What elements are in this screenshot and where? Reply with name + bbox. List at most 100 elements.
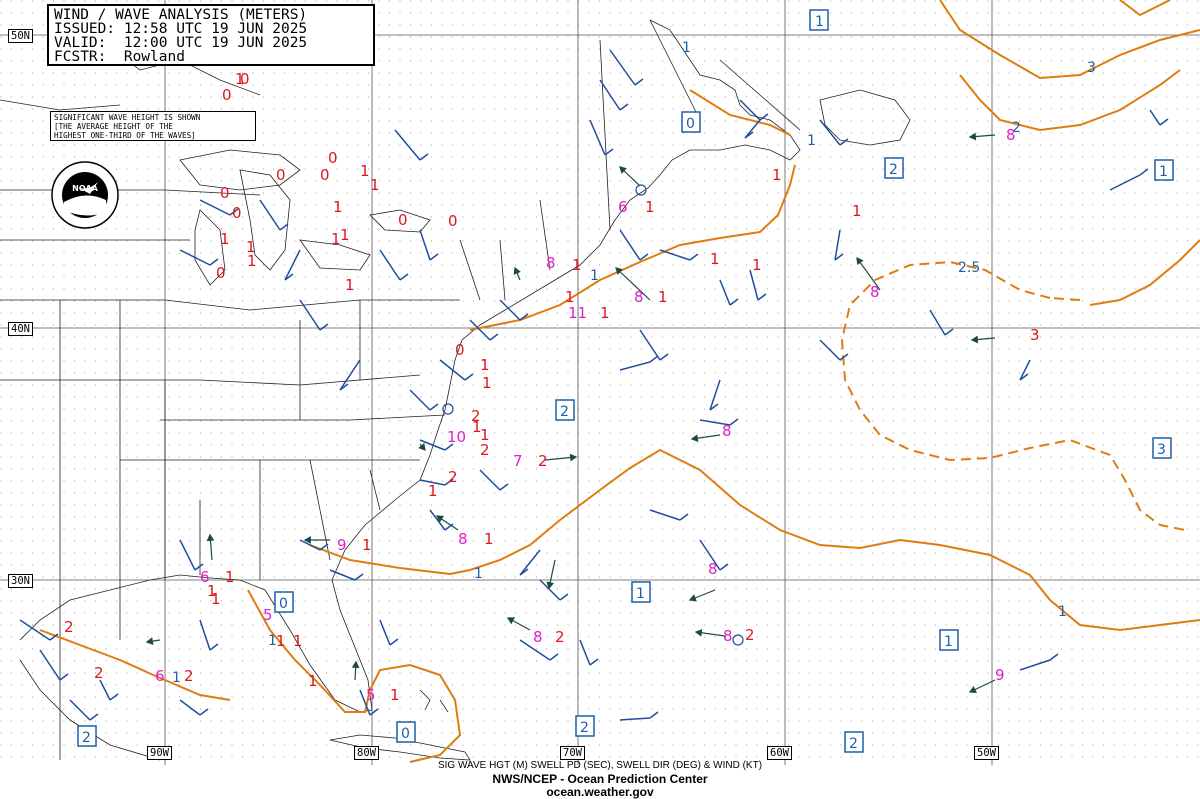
lat-label: 40N [8, 322, 33, 336]
wave-height-label: 1 [293, 632, 303, 650]
swell-period-label: 7 [513, 452, 523, 470]
chart-title: WIND / WAVE ANALYSIS (METERS) [54, 7, 308, 23]
wave-height-label: 0 [276, 166, 286, 184]
swell-period-label: 9 [337, 536, 347, 554]
boxed-label: 2 [555, 399, 575, 421]
svg-text:3: 3 [1157, 442, 1166, 458]
boxed-label: 3 [1152, 437, 1172, 459]
svg-text:2: 2 [849, 736, 858, 752]
forecaster: FCSTR: Rowland [54, 49, 185, 65]
footer-website[interactable]: ocean.weather.gov [0, 785, 1200, 799]
svg-text:0: 0 [401, 726, 410, 742]
wave-height-label: 1 [360, 162, 370, 180]
svg-text:1: 1 [1159, 164, 1168, 180]
wave-height-label: 0 [216, 264, 226, 282]
swell-period-label: 8 [546, 254, 556, 272]
wave-height-label: 2 [64, 618, 74, 636]
wave-height-label: 2 [745, 626, 755, 644]
contour-label: 1 [172, 670, 181, 686]
contour-label: 1 [474, 566, 483, 582]
contour-label: 1 [590, 268, 599, 284]
boxed-label: 0 [681, 111, 701, 133]
swell-period-label: 6 [618, 198, 628, 216]
wave-height-label: 1 [482, 374, 492, 392]
wave-height-label: 1 [308, 672, 318, 690]
swell-period-label: 10 [447, 428, 466, 446]
wave-height-label: 0 [455, 341, 465, 359]
noaa-logo-icon: NOAA [51, 161, 119, 229]
swell-period-label: 8 [722, 422, 732, 440]
lon-label: 70W [560, 746, 585, 760]
wave-height-label: 1 [710, 250, 720, 268]
svg-text:NOAA: NOAA [72, 184, 98, 193]
wave-height-label: 2 [471, 407, 481, 425]
svg-text:1: 1 [815, 14, 824, 30]
boxed-label: 2 [844, 731, 864, 753]
wave-height-label: 1 [772, 166, 782, 184]
issued-time: ISSUED: 12:58 UTC 19 JUN 2025 [54, 21, 308, 37]
boxed-label: 2 [884, 157, 904, 179]
wave-height-label: 1 [480, 356, 490, 374]
wave-height-label: 2 [480, 441, 490, 459]
boxed-label: 2 [575, 715, 595, 737]
swell-period-label: 11 [568, 304, 587, 322]
swell-period-label: 8 [723, 627, 733, 645]
wave-height-label: 1 [645, 198, 655, 216]
valid-time: VALID: 12:00 UTC 19 JUN 2025 [54, 35, 308, 51]
svg-text:2: 2 [580, 720, 589, 736]
wave-height-label: 1 [345, 276, 355, 294]
svg-text:1: 1 [636, 586, 645, 602]
swell-period-label: 8 [708, 560, 718, 578]
wave-height-label: 1 [220, 230, 230, 248]
wave-height-label: 0 [232, 204, 242, 222]
wave-height-label: 1 [370, 176, 380, 194]
note-line: [THE AVERAGE HEIGHT OF THE [54, 122, 173, 131]
svg-text:0: 0 [279, 596, 288, 612]
svg-text:0: 0 [686, 116, 695, 132]
contour-label: 1 [1058, 604, 1067, 620]
wave-height-label: 1 [333, 198, 343, 216]
wave-height-label: 0 [320, 166, 330, 184]
wave-height-label: 2 [448, 468, 458, 486]
wave-height-label: 2 [184, 667, 194, 685]
significant-wave-note: SIGNIFICANT WAVE HEIGHT IS SHOWN [THE AV… [50, 111, 256, 141]
swell-period-label: 8 [458, 530, 468, 548]
boxed-label: 0 [396, 721, 416, 743]
wave-height-label: 0 [398, 211, 408, 229]
lon-label: 50W [974, 746, 999, 760]
wave-height-label: 1 [752, 256, 762, 274]
wave-height-label: 1 [852, 202, 862, 220]
lat-label: 30N [8, 574, 33, 588]
contour-label: 2.5 [958, 260, 980, 276]
boxed-label: 0 [274, 591, 294, 613]
wave-height-label: 1 [225, 568, 235, 586]
wave-height-label: 1 [276, 632, 286, 650]
boxed-label: 1 [1154, 159, 1174, 181]
wave-height-label: 3 [1030, 326, 1040, 344]
chart-header: WIND / WAVE ANALYSIS (METERS) ISSUED: 12… [47, 4, 375, 66]
wave-height-label: 1 [484, 530, 494, 548]
wave-height-label: 2 [94, 664, 104, 682]
svg-text:2: 2 [82, 730, 91, 746]
swell-period-label: 8 [1006, 126, 1016, 144]
svg-text:2: 2 [560, 404, 569, 420]
wave-height-label: 1 [600, 304, 610, 322]
svg-text:1: 1 [944, 634, 953, 650]
wave-height-label: 1 [572, 256, 582, 274]
lon-label: 90W [147, 746, 172, 760]
contour-label: 1 [682, 40, 691, 56]
wave-height-label: 1 [390, 686, 400, 704]
wave-height-label: 1 [362, 536, 372, 554]
swell-period-label: 9 [995, 666, 1005, 684]
note-line: SIGNIFICANT WAVE HEIGHT IS SHOWN [54, 113, 201, 122]
swell-period-label: 6 [200, 568, 210, 586]
footer-agency: NWS/NCEP - Ocean Prediction Center [492, 772, 708, 786]
wave-height-label: 0 [448, 212, 458, 230]
wave-height-label: 1 [428, 482, 438, 500]
wave-height-label: 0 [328, 149, 338, 167]
wave-height-label: 1 [658, 288, 668, 306]
lat-label: 50N [8, 29, 33, 43]
note-line: HIGHEST ONE-THIRD OF THE WAVES] [54, 131, 196, 140]
swell-period-label: 8 [870, 283, 880, 301]
contour-label: 3 [1087, 60, 1096, 76]
